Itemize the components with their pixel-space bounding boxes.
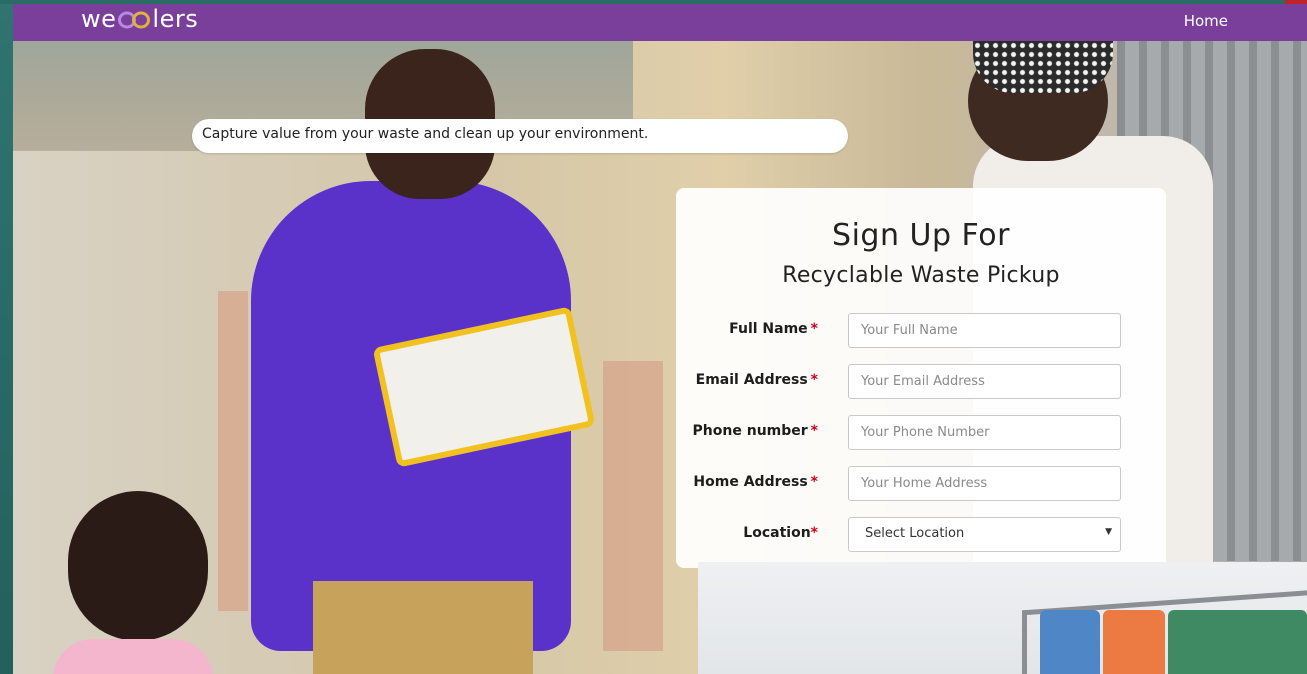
collector-trousers — [313, 581, 533, 674]
required-marker: * — [810, 423, 818, 439]
required-marker: * — [810, 321, 818, 337]
home-address-input[interactable] — [848, 466, 1121, 501]
infinity-loop-logo-icon — [117, 6, 151, 32]
form-subtitle: Recyclable Waste Pickup — [782, 263, 1060, 288]
location-row: Location* Select Location ▼ — [676, 517, 1166, 553]
phone-input[interactable] — [848, 415, 1121, 450]
phone-label: Phone number * — [692, 423, 818, 439]
form-title: Sign Up For — [832, 218, 1010, 253]
woman-headscarf — [973, 41, 1113, 93]
nav-home-link[interactable]: Home — [1184, 12, 1228, 30]
location-select[interactable]: Select Location ▼ — [848, 517, 1121, 552]
blue-recycling-bag — [1040, 610, 1100, 674]
chevron-down-icon: ▼ — [1105, 527, 1112, 537]
brand-text-end: lers — [152, 5, 199, 33]
required-marker: * — [810, 474, 818, 490]
home-address-row: Home Address * — [676, 466, 1166, 502]
location-selected-value: Select Location — [865, 526, 965, 541]
required-marker: * — [810, 525, 818, 541]
email-row: Email Address * — [676, 364, 1166, 400]
full-name-label: Full Name * — [729, 321, 818, 337]
full-name-input[interactable] — [848, 313, 1121, 348]
full-name-row: Full Name * — [676, 313, 1166, 349]
child-pink-shirt — [53, 639, 213, 674]
green-recycling-bag — [1168, 610, 1307, 674]
top-navbar: we lers Home — [13, 4, 1307, 41]
signup-form-card: Sign Up For Recyclable Waste Pickup Full… — [676, 188, 1166, 568]
child-head — [68, 491, 208, 641]
wall-cross-post — [603, 361, 663, 651]
hero-tagline: Capture value from your waste and clean … — [192, 119, 848, 153]
brand-logo[interactable]: we lers — [81, 5, 198, 33]
recycling-bins-image — [698, 562, 1307, 674]
location-label: Location* — [743, 525, 818, 541]
required-marker: * — [810, 372, 818, 388]
brand-text-start: we — [81, 5, 117, 33]
email-label: Email Address * — [695, 372, 818, 388]
left-edge-strip — [0, 0, 13, 674]
orange-recycling-bag — [1103, 610, 1165, 674]
home-address-label: Home Address * — [693, 474, 818, 490]
email-input[interactable] — [848, 364, 1121, 399]
phone-row: Phone number * — [676, 415, 1166, 451]
wall-cross-post — [218, 291, 248, 611]
